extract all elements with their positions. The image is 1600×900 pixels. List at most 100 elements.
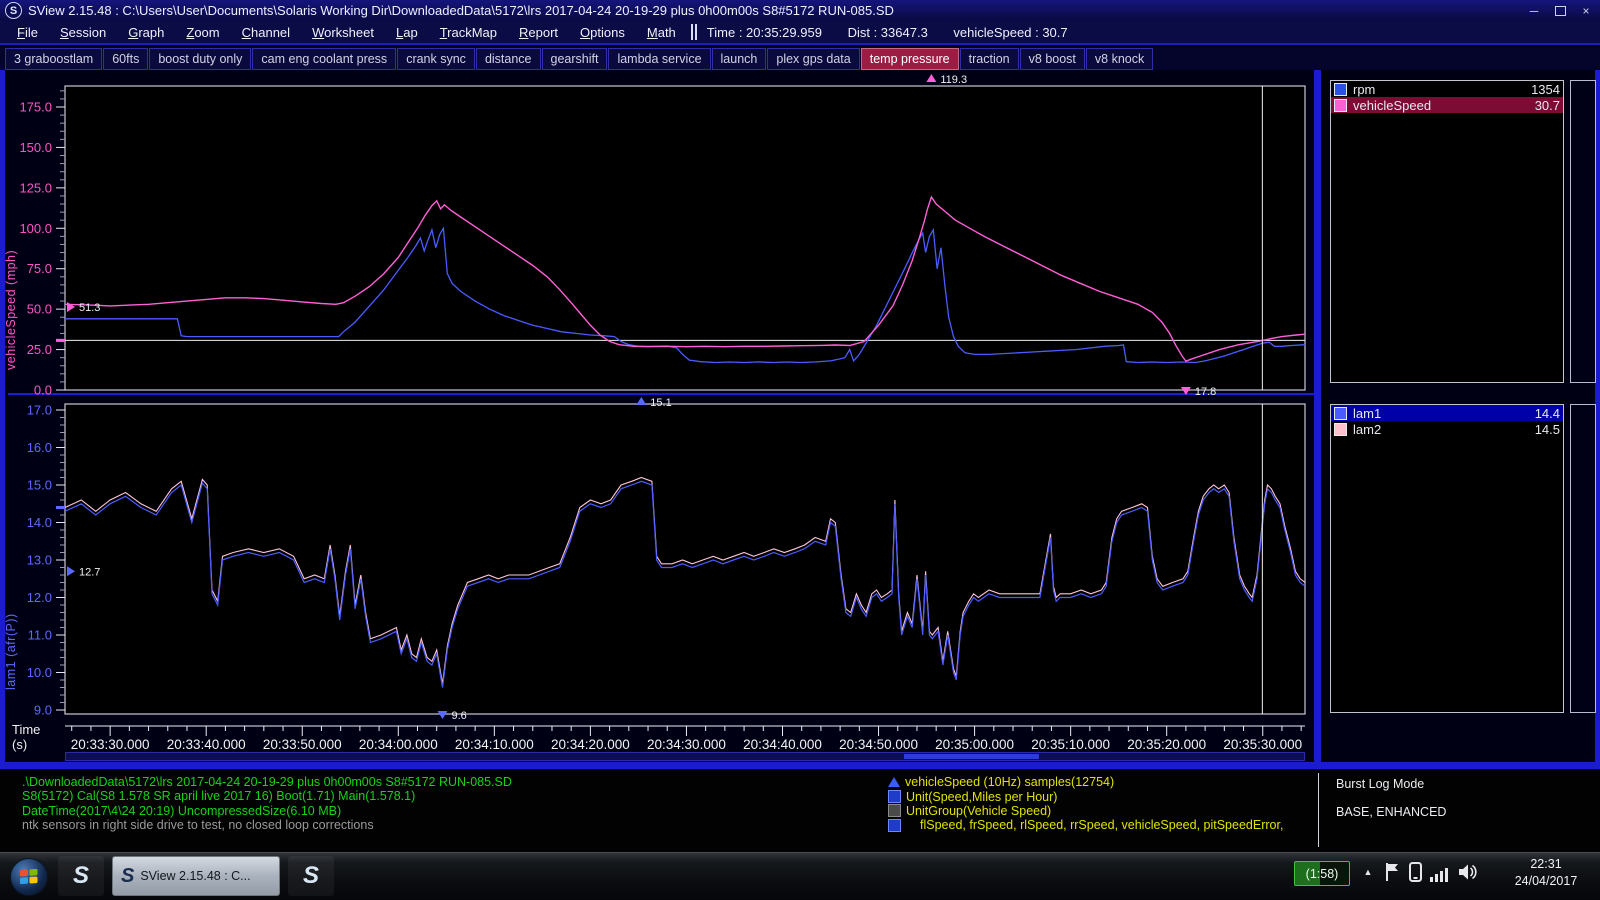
sview-logo-icon: S [303,862,319,890]
y-tick-label: 50.0 [27,302,52,317]
device-icon[interactable] [1406,860,1424,884]
time-scrollbar-thumb[interactable] [904,754,1039,759]
y-tick-label: 125.0 [19,180,52,195]
tab-launch[interactable]: launch [712,48,767,70]
y-tick-label: 14.0 [27,515,52,530]
y-tick-label: 10.0 [27,665,52,680]
y-tick-label: 75.0 [27,261,52,276]
legend-row-lam1[interactable]: lam114.4 [1331,405,1563,421]
rpm-color-swatch [1334,83,1347,96]
min-marker-icon [437,711,447,719]
speed-readout: vehicleSpeed : 30.7 [953,25,1067,40]
sview-pinned-icon-1[interactable]: S [58,856,104,896]
maximize-button[interactable] [1551,4,1569,18]
time-tick-label: 20:35:20.000 [1127,737,1206,752]
reference-marker-label: 51.3 [79,302,100,314]
battery-timer-text: (1:58) [1306,867,1339,881]
vehicleSpeed-color-swatch [1334,99,1347,112]
channel-info-line: vehicleSpeed (10Hz) samples(12754) [888,775,1283,789]
square-blue-icon [888,819,901,832]
time-tick-label: 20:34:00.000 [359,737,438,752]
panel-splitter[interactable] [1314,70,1321,769]
tab-temp-pressure[interactable]: temp pressure [861,48,959,70]
menu-item-math[interactable]: Math [636,25,687,40]
menu-item-trackmap[interactable]: TrackMap [429,25,508,40]
action-center-flag-icon[interactable] [1382,860,1402,884]
menu-item-zoom[interactable]: Zoom [175,25,230,40]
time-axis[interactable]: 20:33:30.00020:33:40.00020:33:50.00020:3… [8,722,1308,752]
channel-info-text: flSpeed, frSpeed, rlSpeed, rrSpeed, vehi… [906,818,1283,832]
tab-plex-gps-data[interactable]: plex gps data [767,48,859,70]
tab-3-graboostlam[interactable]: 3 graboostlam [5,48,102,70]
volume-icon[interactable] [1456,860,1480,884]
battery-timer-indicator[interactable]: (1:58) [1294,861,1350,886]
clock-tray[interactable]: 22:31 24/04/2017 [1498,856,1594,896]
speed-chart[interactable]: 0.025.050.075.0100.0125.0150.0175.0119.3… [8,68,1308,396]
start-button[interactable] [10,858,48,896]
channel-info-text: vehicleSpeed (10Hz) samples(12754) [905,775,1114,789]
time-tick-label: 20:34:20.000 [551,737,630,752]
tab-boost-duty-only[interactable]: boost duty only [149,48,251,70]
tab-distance[interactable]: distance [476,48,541,70]
legend-row-rpm[interactable]: rpm1354 [1331,81,1563,97]
application-window: S SView 2.15.48 : C:\Users\User\Document… [0,0,1600,900]
windows-flag-icon [20,869,38,885]
menu-item-session[interactable]: Session [49,25,117,40]
y-tick-label: 11.0 [28,628,52,643]
menu-item-report[interactable]: Report [508,25,569,40]
menu-item-channel[interactable]: Channel [231,25,301,40]
legend-row-lam2[interactable]: lam214.5 [1331,421,1563,437]
network-signal-icon[interactable] [1428,866,1452,882]
close-button[interactable]: × [1577,4,1595,18]
channel-info-text: UnitGroup(Vehicle Speed) [906,804,1051,818]
lambda-chart[interactable]: 9.010.011.012.013.014.015.016.017.015.19… [8,396,1308,722]
time-tick-label: 20:35:30.000 [1223,737,1302,752]
channel-value: 14.5 [1535,422,1560,437]
channel-value: 1354 [1531,82,1560,97]
taskbar-button-label: SView 2.15.48 : C... [140,869,250,883]
status-line: DateTime(2017\4\24 20:19) UncompressedSi… [22,804,512,818]
y-tick-label: 17.0 [27,403,52,418]
tab-crank-sync[interactable]: crank sync [397,48,475,70]
tab-traction[interactable]: traction [960,48,1019,70]
tab-60fts[interactable]: 60fts [103,48,148,70]
worksheet-tab-bar: 3 graboostlam60ftsboost duty onlycam eng… [0,47,1600,70]
time-scrollbar[interactable] [65,752,1305,761]
time-tick-label: 20:33:30.000 [71,737,150,752]
time-tick-label: 20:34:40.000 [743,737,822,752]
tab-v8-boost[interactable]: v8 boost [1020,48,1085,70]
tab-gearshift[interactable]: gearshift [542,48,608,70]
maximize-icon [1555,6,1566,16]
channel-info: vehicleSpeed (10Hz) samples(12754)Unit(S… [888,775,1283,833]
legend-scroll-strip-top[interactable] [1570,80,1596,383]
live-readout: Time : 20:35:29.959 Dist : 33647.3 vehic… [707,25,1090,40]
tray-expand-icon[interactable]: ▲ [1360,864,1376,880]
legend-row-vehicleSpeed[interactable]: vehicleSpeed30.7 [1331,97,1563,113]
channel-info-text: Unit(Speed,Miles per Hour) [906,790,1057,804]
speed-chart-plot-frame[interactable] [65,86,1305,390]
sview-pinned-icon-2[interactable]: S [288,856,334,896]
menu-item-file[interactable]: File [6,25,49,40]
log-mode-value: BASE, ENHANCED [1336,805,1446,819]
y-tick-label: 16.0 [27,440,52,455]
square-blue-icon [888,790,901,803]
window-title: SView 2.15.48 : C:\Users\User\Documents\… [28,3,894,18]
menu-item-graph[interactable]: Graph [117,25,175,40]
lam1-color-swatch [1334,407,1347,420]
y-tick-label: 12.0 [27,590,52,605]
tab-lambda-service[interactable]: lambda service [608,48,710,70]
lambda-chart-plot-frame[interactable] [65,404,1305,714]
sview-taskbar-button[interactable]: S SView 2.15.48 : C... [112,856,280,896]
dist-readout: Dist : 33647.3 [848,25,928,40]
burst-log-mode-label: Burst Log Mode [1336,777,1424,791]
tab-cam-eng-coolant-press[interactable]: cam eng coolant press [252,48,396,70]
bottom-splitter[interactable] [0,762,1600,769]
tab-v8-knock[interactable]: v8 knock [1086,48,1153,70]
minimize-button[interactable]: ─ [1525,4,1543,18]
title-bar: S SView 2.15.48 : C:\Users\User\Document… [0,0,1600,21]
menu-item-options[interactable]: Options [569,25,636,40]
legend-scroll-strip-bottom[interactable] [1570,404,1596,713]
channel-value: 30.7 [1535,98,1560,113]
menu-item-lap[interactable]: Lap [385,25,429,40]
menu-item-worksheet[interactable]: Worksheet [301,25,385,40]
